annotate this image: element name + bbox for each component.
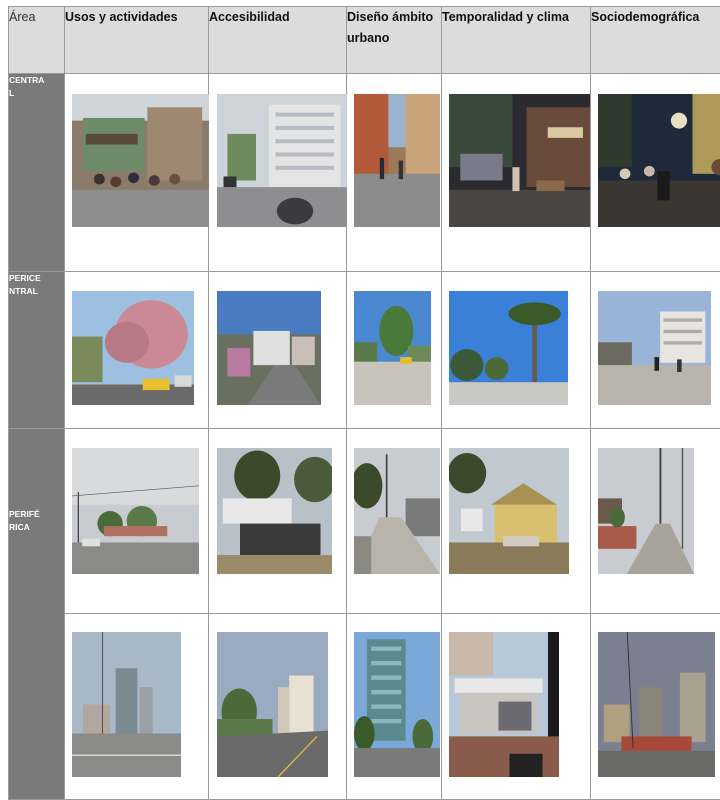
cell-pericentral-socio (591, 272, 720, 429)
urban-photo-matrix: Área Usos y actividades Accesibilidad Di… (8, 6, 720, 800)
area-label-central: CENTRAL (9, 74, 65, 272)
header-sociodemografica: Sociodemográfica (591, 7, 720, 74)
row-pericentral: PERICENTRAL (9, 272, 720, 429)
cell-periferica2-accesibilidad (209, 614, 347, 800)
cell-periferica-diseno (347, 429, 442, 614)
photo-pericentral-plaza (354, 291, 431, 405)
header-area: Área (9, 7, 65, 74)
cell-periferica-socio (591, 429, 720, 614)
photo-central-cafe-terrace (72, 94, 209, 227)
row-central: CENTRAL (9, 74, 720, 272)
photo-pericentral-aerial-street (217, 291, 321, 405)
area-label-periferica: PERIFÉRICA (9, 429, 65, 800)
photo-central-crowd-night (598, 94, 720, 227)
cell-pericentral-diseno (347, 272, 442, 429)
photo-pericentral-sidewalk (598, 291, 711, 405)
cell-central-accesibilidad (209, 74, 347, 272)
cell-central-usos (65, 74, 209, 272)
photo-periferica-gated-entrance (449, 632, 559, 777)
row-periferica: PERIFÉRICA (9, 429, 720, 614)
photo-periferica-sidewalk (354, 448, 440, 574)
cell-pericentral-accesibilidad (209, 272, 347, 429)
cell-central-socio (591, 74, 720, 272)
header-row: Área Usos y actividades Accesibilidad Di… (9, 7, 720, 74)
cell-periferica2-socio (591, 614, 720, 800)
photo-central-night-icecream (449, 94, 590, 227)
header-temporalidad-clima: Temporalidad y clima (442, 7, 591, 74)
photo-pericentral-pink-tree (72, 291, 194, 405)
cell-periferica2-temporalidad (442, 614, 591, 800)
cell-periferica2-diseno (347, 614, 442, 800)
photo-periferica-towers-dusk (598, 632, 715, 777)
cell-pericentral-usos (65, 272, 209, 429)
photo-periferica-yellow-house (449, 448, 569, 574)
cell-central-temporalidad (442, 74, 591, 272)
cell-periferica-accesibilidad (209, 429, 347, 614)
photo-periferica-towers-street (72, 632, 181, 777)
header-usos-actividades: Usos y actividades (65, 7, 209, 74)
cell-periferica-usos (65, 429, 209, 614)
cell-central-diseno (347, 74, 442, 272)
row-periferica-2 (9, 614, 720, 800)
photo-periferica-glass-tower (354, 632, 440, 777)
photo-central-street-buildings (217, 94, 347, 227)
area-label-pericentral: PERICENTRAL (9, 272, 65, 429)
cell-periferica2-usos (65, 614, 209, 800)
photo-periferica-modern-building (217, 448, 332, 574)
photo-periferica-street-poles (598, 448, 694, 574)
photo-pericentral-palm (449, 291, 568, 405)
header-diseno-ambito-urbano: Diseño ámbito urbano (347, 7, 442, 74)
photo-periferica-avenue-towers (217, 632, 328, 777)
header-accesibilidad: Accesibilidad (209, 7, 347, 74)
cell-periferica-temporalidad (442, 429, 591, 614)
photo-central-pedestrian-street (354, 94, 440, 227)
photo-periferica-plaza-cloudy (72, 448, 199, 574)
cell-pericentral-temporalidad (442, 272, 591, 429)
